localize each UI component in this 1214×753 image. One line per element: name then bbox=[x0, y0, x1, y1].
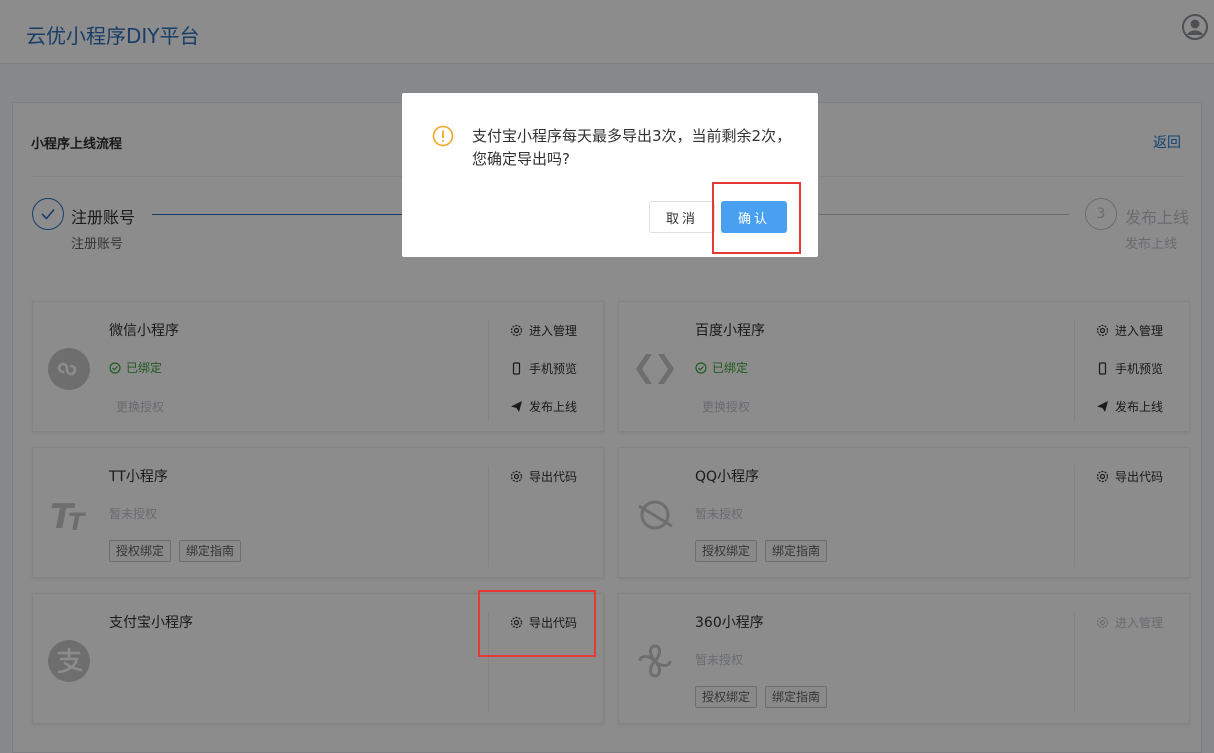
highlight-export-code bbox=[478, 590, 596, 657]
highlight-confirm bbox=[712, 182, 801, 254]
dialog-message: 支付宝小程序每天最多导出3次，当前剩余2次，您确定导出吗? bbox=[472, 127, 792, 168]
cancel-button[interactable]: 取消 bbox=[649, 201, 715, 233]
warning-icon bbox=[432, 125, 454, 147]
